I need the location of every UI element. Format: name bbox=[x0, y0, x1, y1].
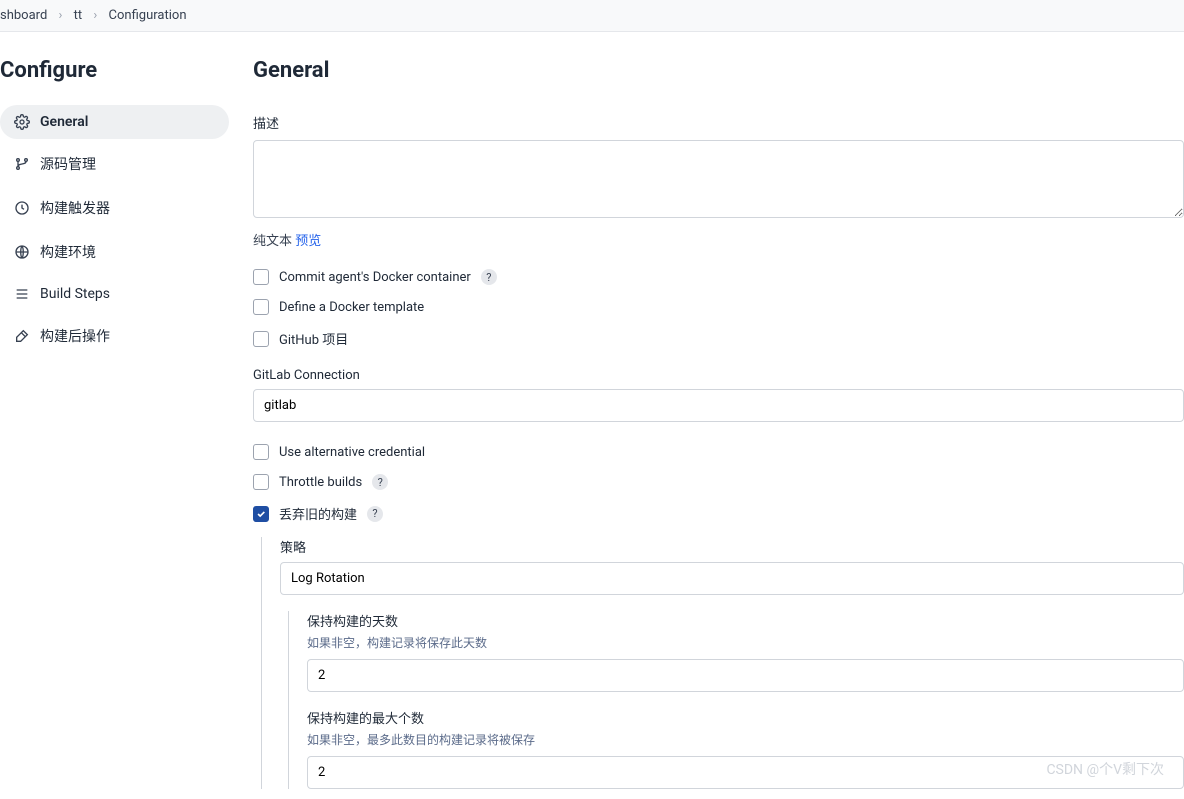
sidebar-item-label: 构建触发器 bbox=[40, 198, 110, 218]
github-project-label: GitHub 项目 bbox=[279, 329, 348, 348]
alt-credential-checkbox[interactable] bbox=[253, 444, 269, 460]
keep-max-label: 保持构建的最大个数 bbox=[307, 708, 1184, 727]
breadcrumb-item[interactable]: shboard bbox=[0, 8, 47, 23]
throttle-checkbox[interactable] bbox=[253, 474, 269, 490]
description-input[interactable] bbox=[253, 140, 1184, 218]
hammer-icon bbox=[14, 328, 30, 344]
sidebar-item-postbuild[interactable]: 构建后操作 bbox=[0, 317, 229, 355]
alt-credential-label: Use alternative credential bbox=[279, 445, 425, 460]
sidebar-item-scm[interactable]: 源码管理 bbox=[0, 145, 229, 183]
help-icon[interactable]: ? bbox=[481, 269, 497, 285]
gear-icon bbox=[14, 114, 30, 130]
branch-icon bbox=[14, 156, 30, 172]
breadcrumb-item[interactable]: Configuration bbox=[109, 8, 187, 23]
sidebar-item-label: 构建环境 bbox=[40, 242, 96, 262]
sidebar-item-label: General bbox=[40, 114, 88, 130]
globe-icon bbox=[14, 244, 30, 260]
github-project-checkbox[interactable] bbox=[253, 331, 269, 347]
strategy-select[interactable] bbox=[280, 562, 1184, 595]
page-title: General bbox=[253, 58, 1184, 83]
keep-days-input[interactable] bbox=[307, 659, 1184, 692]
content-area: General 描述 纯文本 预览 Commit agent's Docker … bbox=[235, 52, 1184, 789]
help-icon[interactable]: ? bbox=[372, 474, 388, 490]
sidebar-item-label: 源码管理 bbox=[40, 154, 96, 174]
keep-days-label: 保持构建的天数 bbox=[307, 611, 1184, 630]
define-template-checkbox[interactable] bbox=[253, 299, 269, 315]
strategy-label: 策略 bbox=[280, 537, 1184, 556]
breadcrumb-item[interactable]: tt bbox=[74, 8, 83, 23]
gitlab-connection-label: GitLab Connection bbox=[253, 368, 1184, 383]
sidebar: Configure General 源码管理 构建触发器 构建环境 bbox=[0, 52, 235, 789]
chevron-right-icon: › bbox=[85, 8, 105, 23]
discard-old-checkbox[interactable] bbox=[253, 506, 269, 522]
description-label: 描述 bbox=[253, 113, 1184, 132]
commit-agent-label: Commit agent's Docker container bbox=[279, 270, 471, 285]
discard-old-label: 丢弃旧的构建 bbox=[279, 504, 357, 523]
preview-link[interactable]: 预览 bbox=[295, 234, 321, 249]
breadcrumb: shboard › tt › Configuration bbox=[0, 0, 1184, 32]
commit-agent-checkbox[interactable] bbox=[253, 269, 269, 285]
keep-days-desc: 如果非空，构建记录将保存此天数 bbox=[307, 634, 1184, 651]
throttle-label: Throttle builds bbox=[279, 475, 362, 490]
chevron-right-icon: › bbox=[51, 8, 71, 23]
keep-max-input[interactable] bbox=[307, 756, 1184, 789]
clock-icon bbox=[14, 200, 30, 216]
sidebar-item-steps[interactable]: Build Steps bbox=[0, 277, 229, 311]
list-icon bbox=[14, 286, 30, 302]
sidebar-item-env[interactable]: 构建环境 bbox=[0, 233, 229, 271]
sidebar-item-general[interactable]: General bbox=[0, 105, 229, 139]
sidebar-item-label: 构建后操作 bbox=[40, 326, 110, 346]
plaintext-label: 纯文本 bbox=[253, 234, 292, 249]
sidebar-title: Configure bbox=[0, 58, 229, 83]
sidebar-item-triggers[interactable]: 构建触发器 bbox=[0, 189, 229, 227]
define-template-label: Define a Docker template bbox=[279, 300, 424, 315]
help-icon[interactable]: ? bbox=[367, 506, 383, 522]
keep-max-desc: 如果非空，最多此数目的构建记录将被保存 bbox=[307, 731, 1184, 748]
gitlab-connection-select[interactable] bbox=[253, 389, 1184, 422]
sidebar-item-label: Build Steps bbox=[40, 286, 110, 302]
